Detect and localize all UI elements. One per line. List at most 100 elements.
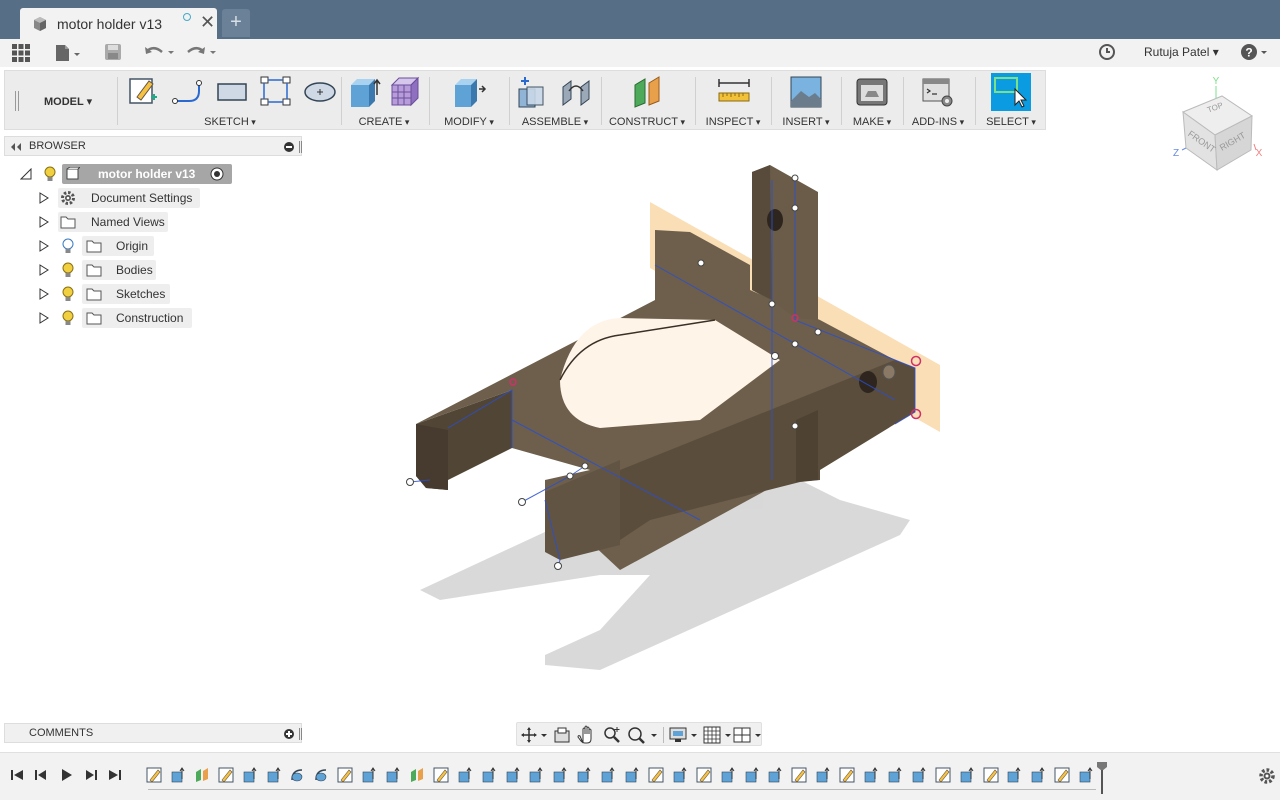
collapse-triangle-icon[interactable]: [20, 168, 32, 180]
look-at-icon[interactable]: [553, 726, 571, 744]
browser-item-sketches[interactable]: Sketches: [36, 284, 206, 304]
zoom-icon[interactable]: [603, 726, 621, 744]
timeline-revolve-feature-icon[interactable]: [313, 767, 329, 783]
add-comment-icon[interactable]: [283, 728, 295, 740]
select-tool-icon[interactable]: [991, 73, 1031, 111]
visibility-bulb-icon[interactable]: [62, 286, 74, 302]
minimize-panel-icon[interactable]: [283, 141, 295, 153]
3d-canvas-viewport[interactable]: [304, 130, 1280, 750]
timeline-extrude-feature-icon[interactable]: [481, 767, 497, 783]
timeline-sketch-feature-icon[interactable]: [983, 767, 999, 783]
timeline-go-to-start-icon[interactable]: [10, 768, 24, 782]
toolbar-grip-handle[interactable]: [15, 91, 19, 111]
timeline-extrude-feature-icon[interactable]: [863, 767, 879, 783]
visibility-bulb-icon[interactable]: [62, 262, 74, 278]
timeline-extrude-feature-icon[interactable]: [385, 767, 401, 783]
timeline-sketch-feature-icon[interactable]: [218, 767, 234, 783]
expand-triangle-icon[interactable]: [38, 216, 50, 228]
timeline-extrude-feature-icon[interactable]: [576, 767, 592, 783]
make-menu[interactable]: MAKE: [843, 116, 901, 128]
timeline-extrude-feature-icon[interactable]: [624, 767, 640, 783]
timeline-extrude-feature-icon[interactable]: [505, 767, 521, 783]
timeline-extrude-feature-icon[interactable]: [528, 767, 544, 783]
timeline-step-forward-icon[interactable]: [84, 768, 98, 782]
expand-triangle-icon[interactable]: [38, 264, 50, 276]
timeline-sketch-feature-icon[interactable]: [1054, 767, 1070, 783]
new-tab-button[interactable]: +: [222, 9, 250, 37]
expand-triangle-icon[interactable]: [38, 240, 50, 252]
display-settings-icon[interactable]: [669, 726, 699, 744]
new-component-icon[interactable]: [515, 75, 549, 109]
close-tab-button[interactable]: ✕: [200, 12, 215, 33]
visibility-bulb-icon[interactable]: [44, 166, 56, 182]
expand-triangle-icon[interactable]: [38, 192, 50, 204]
timeline-extrude-feature-icon[interactable]: [744, 767, 760, 783]
timeline-extrude-feature-icon[interactable]: [600, 767, 616, 783]
create-menu[interactable]: CREATE: [343, 116, 425, 128]
job-status-clock-icon[interactable]: [1098, 43, 1116, 61]
app-grid-icon[interactable]: [12, 44, 30, 62]
timeline-extrude-feature-icon[interactable]: [887, 767, 903, 783]
scripts-addins-icon[interactable]: [921, 75, 955, 109]
form-icon[interactable]: [389, 75, 423, 109]
timeline-extrude-feature-icon[interactable]: [170, 767, 186, 783]
insert-canvas-icon[interactable]: [789, 75, 823, 109]
timeline-revolve-feature-icon[interactable]: [289, 767, 305, 783]
browser-panel-header[interactable]: BROWSER: [4, 136, 302, 156]
3d-print-icon[interactable]: [855, 75, 889, 109]
undo-icon[interactable]: [144, 43, 176, 61]
modify-menu[interactable]: MODIFY: [431, 116, 507, 128]
timeline-extrude-feature-icon[interactable]: [767, 767, 783, 783]
timeline-extrude-feature-icon[interactable]: [361, 767, 377, 783]
timeline-extrude-feature-icon[interactable]: [1030, 767, 1046, 783]
browser-item-construction[interactable]: Construction: [36, 308, 206, 328]
collapse-panel-icon[interactable]: [10, 142, 22, 152]
user-account-menu[interactable]: Rutuja Patel ▾: [1144, 45, 1219, 59]
grid-snap-icon[interactable]: [703, 726, 733, 744]
insert-menu[interactable]: INSERT: [773, 116, 839, 128]
timeline-extrude-feature-icon[interactable]: [720, 767, 736, 783]
document-tab[interactable]: motor holder v13 ✕: [20, 8, 217, 39]
pan-hand-icon[interactable]: [577, 725, 597, 745]
extrude-icon[interactable]: [347, 75, 381, 109]
expand-triangle-icon[interactable]: [38, 288, 50, 300]
expand-triangle-icon[interactable]: [38, 312, 50, 324]
browser-item-document-settings[interactable]: Document Settings: [36, 188, 206, 208]
timeline-extrude-feature-icon[interactable]: [1078, 767, 1094, 783]
visibility-bulb-icon[interactable]: [62, 310, 74, 326]
browser-item-named-views[interactable]: Named Views: [36, 212, 206, 232]
redo-icon[interactable]: [186, 43, 218, 61]
sketch-menu[interactable]: SKETCH: [121, 116, 339, 128]
construct-menu[interactable]: CONSTRUCT: [603, 116, 691, 128]
timeline-extrude-feature-icon[interactable]: [552, 767, 568, 783]
orbit-icon[interactable]: [521, 726, 549, 744]
timeline-plane-feature-icon[interactable]: [409, 767, 425, 783]
timeline-extrude-feature-icon[interactable]: [815, 767, 831, 783]
timeline-settings-gear-icon[interactable]: [1258, 767, 1276, 785]
timeline-go-to-end-icon[interactable]: [108, 768, 122, 782]
pattern-tool-icon[interactable]: [259, 75, 293, 107]
timeline-extrude-feature-icon[interactable]: [959, 767, 975, 783]
panel-resize-grip[interactable]: [299, 141, 302, 153]
add-ins-menu[interactable]: ADD-INS: [905, 116, 971, 128]
offset-plane-icon[interactable]: [631, 75, 665, 109]
file-menu-icon[interactable]: [54, 43, 80, 63]
browser-root-node[interactable]: motor holder v13: [18, 164, 238, 184]
comments-panel-header[interactable]: COMMENTS: [4, 723, 302, 743]
activate-radio-icon[interactable]: [210, 167, 224, 181]
timeline-step-back-icon[interactable]: [34, 768, 48, 782]
timeline-sketch-feature-icon[interactable]: [337, 767, 353, 783]
browser-item-bodies[interactable]: Bodies: [36, 260, 206, 280]
create-sketch-icon[interactable]: [127, 75, 159, 107]
assemble-menu[interactable]: ASSEMBLE: [511, 116, 599, 128]
visibility-bulb-off-icon[interactable]: [62, 238, 74, 254]
inspect-menu[interactable]: INSPECT: [697, 116, 769, 128]
measure-icon[interactable]: [717, 75, 751, 109]
press-pull-icon[interactable]: [451, 75, 487, 109]
timeline-sketch-feature-icon[interactable]: [146, 767, 162, 783]
timeline-marker-handle[interactable]: [1096, 761, 1108, 795]
panel-resize-grip[interactable]: [299, 728, 302, 740]
timeline-extrude-feature-icon[interactable]: [266, 767, 282, 783]
rectangle-tool-icon[interactable]: [215, 75, 249, 107]
timeline-sketch-feature-icon[interactable]: [696, 767, 712, 783]
